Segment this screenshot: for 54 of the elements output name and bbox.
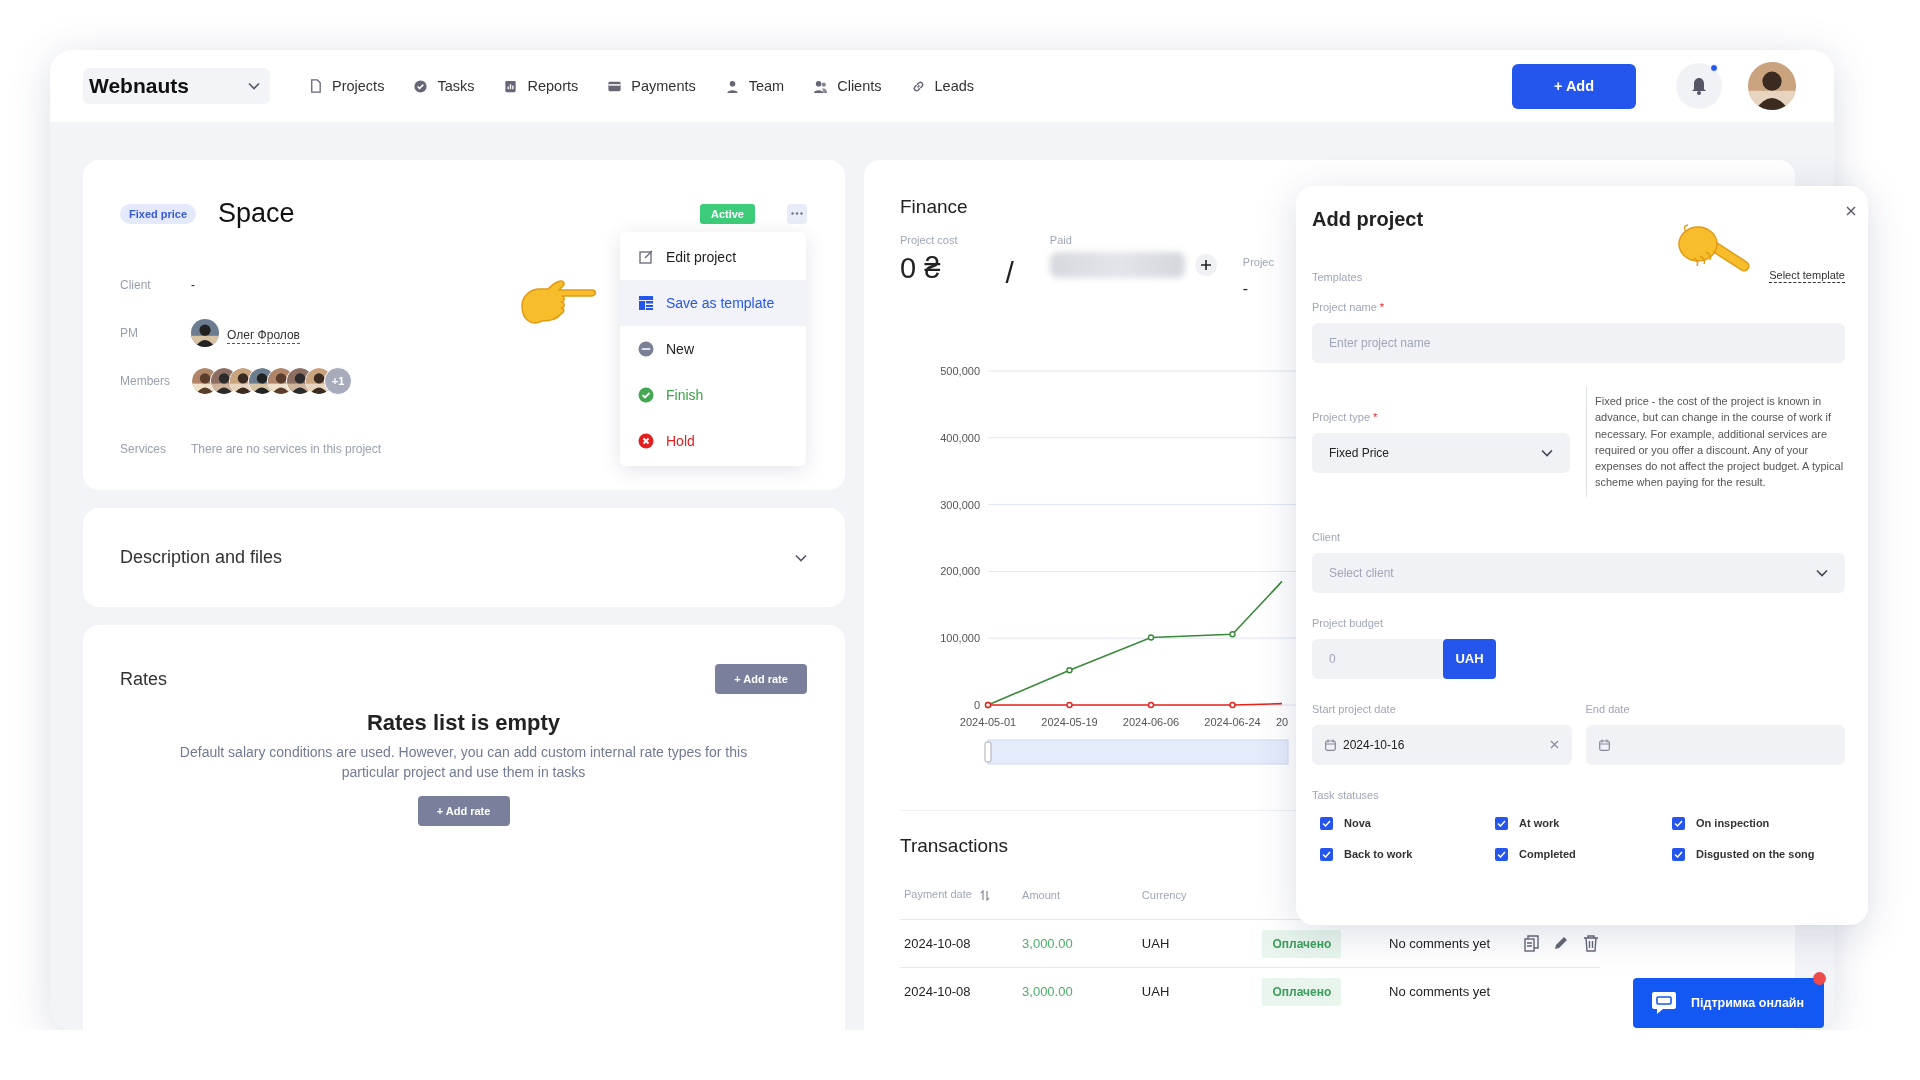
status-badge: Active	[699, 203, 755, 224]
axis-label: 300,000	[940, 498, 980, 511]
axis-label: 20	[1275, 716, 1289, 728]
section-title: Description and files	[120, 547, 283, 568]
stat-label: Project cost	[900, 234, 958, 246]
axis-label: 200,000	[940, 565, 980, 578]
project-type-tag: Fixed price	[120, 203, 197, 224]
field-label: Templates	[1312, 271, 1363, 283]
table-cell: UAH	[1141, 983, 1170, 999]
axis-label: 500,000	[940, 365, 980, 377]
section-title: Finance	[900, 196, 969, 218]
field-label: Project type *	[1312, 410, 1379, 423]
type-description: Fixed price - the cost of the project is known in advance, but can change in the course of work if necessary. For example, additional services are required or you offer a discount. Any of your expenses do not affect the project budget. A typical scheme when paying for the result.	[1586, 387, 1845, 497]
field-label: Members	[120, 374, 170, 388]
field-label: PM	[120, 326, 138, 340]
stat-value: 0 ₴	[900, 252, 942, 285]
status-badge: Оплачено	[1262, 929, 1342, 958]
section-title: Rates	[120, 668, 168, 690]
status-badge: Оплачено	[1262, 977, 1342, 1006]
more-members-badge: +1	[324, 367, 352, 395]
field-label: Client	[1312, 530, 1342, 543]
column-header: Currency	[1141, 888, 1187, 901]
axis-label: 100,000	[940, 632, 980, 645]
axis-label: 2024-06-06	[1122, 716, 1180, 728]
table-cell: No comments yet	[1389, 983, 1491, 999]
table-cell: UAH	[1141, 935, 1170, 951]
field-label: Services	[120, 442, 166, 456]
axis-label: 0	[973, 699, 980, 711]
services-empty-text: There are no services in this project	[191, 442, 382, 456]
field-label: End date	[1585, 702, 1631, 715]
stat-label: Paid	[1049, 234, 1073, 246]
dialog-title: Add project	[1312, 208, 1425, 231]
field-label: Task statuses	[1312, 788, 1380, 801]
axis-label: 400,000	[940, 431, 980, 444]
stat-value: -	[1242, 280, 1250, 298]
table-cell: 3,000.00	[1022, 983, 1073, 999]
table-cell: 2024-10-08	[904, 935, 971, 951]
client-value: -	[191, 278, 195, 292]
table-cell: 3,000.00	[1022, 935, 1073, 951]
table-cell: 2024-10-08	[904, 983, 971, 999]
table-cell: No comments yet	[1389, 935, 1491, 951]
stat-label: Projec	[1242, 256, 1274, 268]
field-label: Project budget	[1312, 616, 1384, 629]
axis-label: 2024-05-01	[959, 716, 1017, 728]
empty-state-title: Rates list is empty	[365, 710, 562, 736]
axis-label: 2024-06-24	[1204, 716, 1261, 728]
field-label: Start project date	[1312, 702, 1397, 715]
empty-state-text: Default salary conditions are used. However, you can add custom internal rate types for this particular project and use them in tasks	[178, 743, 749, 782]
separator-text: /	[1005, 256, 1014, 290]
field-label: Client	[120, 278, 151, 292]
field-label: Project name *	[1312, 301, 1386, 313]
axis-label: 2024-05-19	[1041, 716, 1098, 728]
column-header: Amount	[1022, 888, 1060, 901]
project-title: Space	[218, 198, 295, 229]
